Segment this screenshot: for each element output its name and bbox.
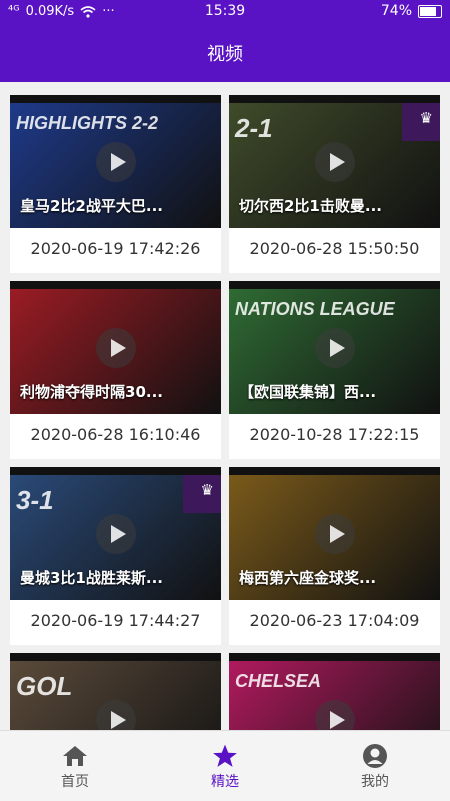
video-card[interactable]: 梅西第六座金球奖... 2020-06-23 17:04:09 [229,467,440,645]
tab-mine-label: 我的 [361,774,389,790]
league-logo-icon: ♛ [402,103,440,141]
app-bar: 视频 [0,24,450,82]
video-date: 2020-06-19 17:44:27 [30,611,201,630]
video-thumbnail[interactable]: 3-1 ♛ 曼城3比1战胜莱斯... [10,467,221,600]
video-list[interactable]: HIGHLIGHTS 2-2 皇马2比2战平大巴... 2020-06-19 17:… [0,82,450,730]
play-icon[interactable] [95,141,136,182]
video-thumbnail[interactable]: GOL [10,653,221,730]
home-icon [63,746,87,766]
play-icon[interactable] [95,513,136,554]
video-title: 【欧国联集锦】西... [239,383,377,401]
star-icon [213,744,237,767]
video-card[interactable]: 3-1 ♛ 曼城3比1战胜莱斯... 2020-06-19 17:44:27 [10,467,221,645]
battery-percent: 74% [380,3,412,19]
thumbnail-overlay-text: CHELSEA [235,671,322,691]
tab-home-label: 首页 [61,774,89,790]
bottom-tab-bar: 首页 精选 我的 [0,730,450,801]
thumbnail-overlay-text: GOL [16,671,73,701]
play-icon[interactable] [314,141,355,182]
status-bar: ⁴ᴳ 0.09K/s ··· 15:39 74% [0,0,450,24]
video-date: 2020-06-19 17:42:26 [30,239,201,258]
video-title: 皇马2比2战平大巴... [20,197,163,215]
play-icon[interactable] [314,513,355,554]
thumbnail-overlay-text: HIGHLIGHTS 2-2 [16,113,159,133]
thumbnail-overlay-text: 3-1 [16,485,54,515]
league-logo-icon: ♛ [183,475,221,513]
video-title: 切尔西2比1击败曼... [239,197,382,215]
account-icon [363,744,387,768]
video-card[interactable]: NATIONS LEAGUE 【欧国联集锦】西... 2020-10-28 17:2… [229,281,440,459]
thumbnail-overlay-text: NATIONS LEAGUE [235,299,395,319]
tab-featured[interactable]: 精选 [150,731,300,801]
video-title: 梅西第六座金球奖... [239,569,377,587]
play-icon[interactable] [95,327,136,368]
video-card[interactable]: CHELSEA [229,653,440,730]
video-date: 2020-06-23 17:04:09 [249,611,420,630]
video-thumbnail[interactable]: 利物浦夺得时隔30... [10,281,221,414]
video-thumbnail[interactable]: 2-1 ♛ 切尔西2比1击败曼... [229,95,440,228]
video-thumbnail[interactable]: 梅西第六座金球奖... [229,467,440,600]
video-date: 2020-10-28 17:22:15 [249,425,420,444]
video-title: 利物浦夺得时隔30... [20,383,163,401]
video-title: 曼城3比1战胜莱斯... [20,569,163,587]
play-icon[interactable] [314,699,355,730]
video-card[interactable]: 2-1 ♛ 切尔西2比1击败曼... 2020-06-28 15:50:50 [229,95,440,273]
video-card[interactable]: 利物浦夺得时隔30... 2020-06-28 16:10:46 [10,281,221,459]
status-right: 74% [381,3,442,19]
video-thumbnail[interactable]: HIGHLIGHTS 2-2 皇马2比2战平大巴... [10,95,221,228]
play-icon[interactable] [314,327,355,368]
video-thumbnail[interactable]: NATIONS LEAGUE 【欧国联集锦】西... [229,281,440,414]
thumbnail-overlay-text: 2-1 [235,113,273,143]
battery-icon [418,4,442,18]
play-icon[interactable] [95,699,136,730]
tab-mine[interactable]: 我的 [300,731,450,801]
tab-home[interactable]: 首页 [0,731,150,801]
tab-featured-label: 精选 [211,774,239,790]
video-card[interactable]: HIGHLIGHTS 2-2 皇马2比2战平大巴... 2020-06-19 17:… [10,95,221,273]
video-date: 2020-06-28 16:10:46 [30,425,201,444]
video-card[interactable]: GOL [10,653,221,730]
page-title: 视频 [207,44,243,65]
video-grid: HIGHLIGHTS 2-2 皇马2比2战平大巴... 2020-06-19 17:… [10,95,440,730]
video-date: 2020-06-28 15:50:50 [249,239,420,258]
video-thumbnail[interactable]: CHELSEA [229,653,440,730]
